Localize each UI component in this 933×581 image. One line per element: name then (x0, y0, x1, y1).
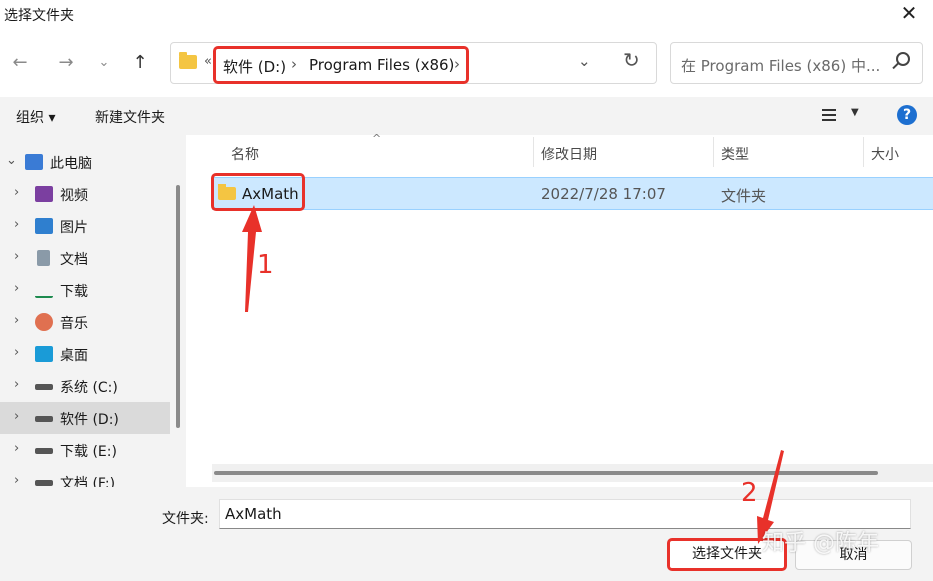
annotation-arrows (242, 205, 784, 544)
watermark: 知乎 @陈年 (762, 531, 879, 556)
step-1-label: 1 (257, 250, 274, 280)
step-2-label: 2 (741, 478, 758, 508)
